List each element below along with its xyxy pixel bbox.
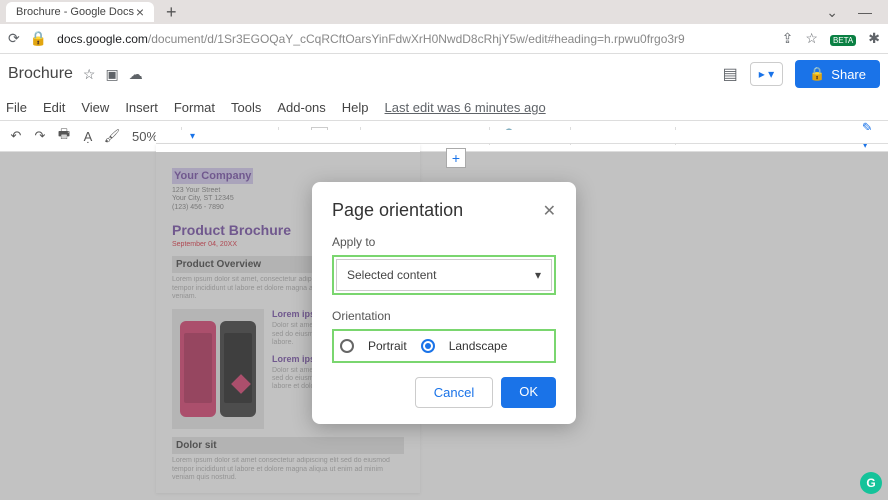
browser-tab-strip: Brochure - Google Docs × + ⌄ — — [0, 0, 888, 24]
tab-title: Brochure - Google Docs — [16, 6, 134, 18]
dropdown-value: Selected content — [347, 268, 436, 282]
menu-view[interactable]: View — [81, 100, 109, 115]
menu-insert[interactable]: Insert — [125, 100, 158, 115]
menu-tools[interactable]: Tools — [231, 100, 261, 115]
document-title[interactable]: Brochure — [8, 65, 73, 83]
menu-file[interactable]: File — [6, 100, 27, 115]
highlight-apply-to: Selected content ▾ — [332, 255, 556, 295]
reload-icon[interactable]: ⟳ — [8, 30, 20, 47]
ruler-indent-marker[interactable]: ▾ — [190, 131, 195, 142]
menu-edit[interactable]: Edit — [43, 100, 65, 115]
spellcheck-icon[interactable]: Ạ — [80, 129, 96, 144]
landscape-label: Landscape — [449, 339, 508, 353]
chevron-down-icon: ▾ — [535, 268, 541, 282]
lock-icon: 🔒 — [30, 30, 47, 47]
print-icon[interactable]: 🖶 — [56, 125, 72, 147]
redo-icon[interactable]: ↷ — [32, 128, 48, 144]
new-tab-icon[interactable]: + — [166, 2, 177, 23]
chevron-down-icon[interactable]: ⌄ — [826, 4, 838, 21]
window-controls: ⌄ — — [826, 4, 882, 21]
url-host: docs.google.com — [57, 32, 148, 46]
grammarly-icon[interactable]: G — [860, 472, 882, 494]
move-doc-icon[interactable]: ▣ — [105, 66, 118, 83]
star-doc-icon[interactable]: ☆ — [83, 66, 96, 83]
share-button[interactable]: 🔒 Share — [795, 60, 880, 88]
cancel-button[interactable]: Cancel — [415, 377, 493, 408]
lock-share-icon: 🔒 — [809, 66, 825, 82]
page-orientation-dialog: Page orientation ✕ Apply to Selected con… — [312, 182, 576, 424]
portrait-label: Portrait — [368, 339, 407, 353]
last-edit-link[interactable]: Last edit was 6 minutes ago — [385, 100, 546, 115]
address-bar: ⟳ 🔒 docs.google.com/document/d/1Sr3EGOQa… — [0, 24, 888, 54]
menu-bar: File Edit View Insert Format Tools Add-o… — [0, 94, 888, 120]
menu-format[interactable]: Format — [174, 100, 215, 115]
comments-icon[interactable]: ▤ — [723, 64, 738, 84]
dialog-title: Page orientation — [332, 200, 463, 221]
close-icon[interactable]: ✕ — [543, 201, 556, 221]
orientation-label: Orientation — [332, 309, 556, 323]
present-button[interactable]: ▸ ▾ — [750, 62, 783, 86]
insert-plus-button[interactable]: + — [446, 148, 466, 168]
share-url-icon[interactable]: ⇪ — [782, 30, 794, 47]
star-icon[interactable]: ☆ — [805, 30, 818, 47]
docs-header: Brochure ☆ ▣ ☁ ▤ ▸ ▾ 🔒 Share — [0, 54, 888, 94]
menu-help[interactable]: Help — [342, 100, 369, 115]
portrait-radio[interactable] — [340, 339, 354, 353]
beta-badge: BETA — [830, 30, 856, 48]
apply-to-dropdown[interactable]: Selected content ▾ — [336, 259, 552, 291]
url-path: /document/d/1Sr3EGOQaY_cCqRCftOarsYinFdw… — [148, 32, 685, 46]
landscape-radio[interactable] — [421, 339, 435, 353]
minimize-icon[interactable]: — — [858, 4, 872, 21]
url-display[interactable]: docs.google.com/document/d/1Sr3EGOQaY_cC… — [57, 32, 771, 46]
close-tab-icon[interactable]: × — [136, 4, 144, 20]
cloud-status-icon[interactable]: ☁ — [129, 66, 143, 83]
extension-icon[interactable]: ✱ — [868, 30, 880, 47]
highlight-orientation: Portrait Landscape — [332, 329, 556, 363]
ok-button[interactable]: OK — [501, 377, 556, 408]
apply-to-label: Apply to — [332, 235, 556, 249]
share-label: Share — [831, 67, 866, 82]
ruler: ▾ — [156, 130, 888, 144]
menu-addons[interactable]: Add-ons — [277, 100, 325, 115]
browser-tab[interactable]: Brochure - Google Docs × — [6, 2, 154, 22]
paint-format-icon[interactable]: 🖌 — [104, 128, 120, 144]
undo-icon[interactable]: ↶ — [8, 128, 24, 144]
